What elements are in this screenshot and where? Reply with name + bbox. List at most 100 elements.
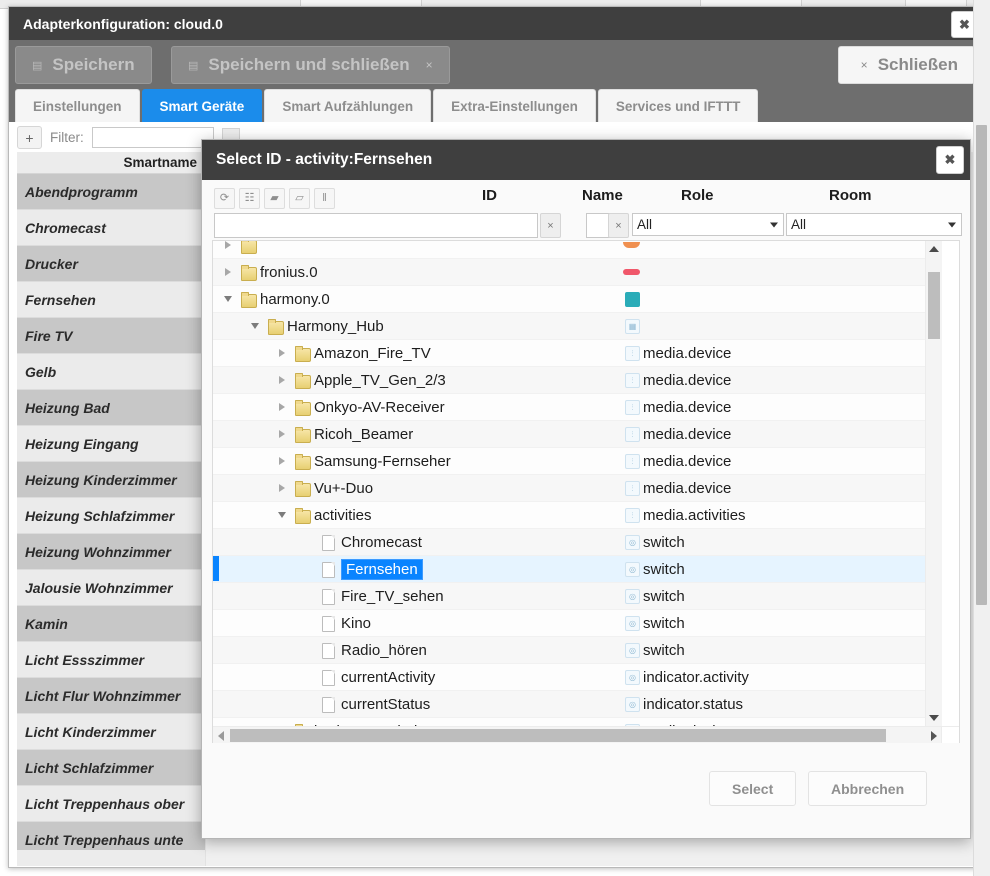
folder-icon: [295, 454, 311, 470]
tree-row[interactable]: Vu+-Duo ⫶ media.device: [213, 475, 926, 502]
list-icon[interactable]: ☷: [239, 188, 260, 209]
scroll-right-icon[interactable]: [926, 727, 942, 744]
smartname-label: Licht Schlafzimmer: [25, 759, 154, 776]
tree-row[interactable]: Chromecast ◎ switch: [213, 529, 926, 556]
tree-row[interactable]: Ricoh_Beamer ⫶ media.device: [213, 421, 926, 448]
column-header-room[interactable]: Room: [829, 187, 872, 204]
tab-einstellungen[interactable]: Einstellungen: [15, 89, 140, 122]
smartname-row[interactable]: Gelb: [17, 354, 205, 390]
id-filter-clear-icon[interactable]: ×: [540, 213, 561, 238]
tree-row[interactable]: Amazon_Fire_TV ⫶ media.device: [213, 340, 926, 367]
smartname-row[interactable]: Licht Essszimmer: [17, 642, 205, 678]
smartname-row[interactable]: Heizung Wohnzimmer: [17, 534, 205, 570]
save-button[interactable]: ▤ Speichern: [15, 46, 152, 84]
dialog-titlebar: Select ID - activity:Fernsehen ✖: [202, 140, 970, 180]
room-filter-select[interactable]: All: [786, 213, 962, 236]
expand-folders-icon[interactable]: ▱: [289, 188, 310, 209]
object-tree[interactable]: fronius.0 harmony.0 Harmony_Hub ▦ Amazon_Fir…: [213, 241, 926, 726]
tab-extra-einstellungen[interactable]: Extra-Einstellungen: [433, 89, 596, 122]
horizontal-scroll-thumb[interactable]: [230, 729, 886, 742]
instance-status-icon: [623, 242, 640, 248]
tree-row[interactable]: Kino ◎ switch: [213, 610, 926, 637]
page-vertical-scrollbar[interactable]: [973, 0, 990, 876]
tree-row[interactable]: iRobot-Haushaltsgerät⫶media.device: [213, 718, 926, 726]
smartname-row[interactable]: Licht Kinderzimmer: [17, 714, 205, 750]
dialog-close-icon[interactable]: ✖: [936, 146, 964, 174]
tree-row[interactable]: Fire_TV_sehen ◎ switch: [213, 583, 926, 610]
tree-node-role: media.device: [643, 344, 732, 362]
tree-row[interactable]: [213, 241, 926, 259]
id-filter-input[interactable]: [214, 213, 538, 238]
smartname-row[interactable]: Heizung Schlafzimmer: [17, 498, 205, 534]
expand-arrow-icon[interactable]: [275, 394, 289, 420]
tree-node-label: activities: [314, 506, 372, 524]
smartname-row[interactable]: Jalousie Wohnzimmer: [17, 570, 205, 606]
tree-row[interactable]: currentStatus ◎ indicator.status: [213, 691, 926, 718]
role-filter-select[interactable]: All: [632, 213, 784, 236]
page-scroll-thumb[interactable]: [976, 125, 987, 605]
column-header-name[interactable]: Name: [582, 187, 623, 204]
tab-smart-geraete[interactable]: Smart Geräte: [141, 89, 263, 122]
filter-input[interactable]: [91, 127, 214, 148]
vertical-scroll-thumb[interactable]: [928, 272, 940, 339]
expand-arrow-icon[interactable]: [275, 448, 289, 474]
smartname-row[interactable]: Heizung Kinderzimmer: [17, 462, 205, 498]
tree-horizontal-scrollbar[interactable]: [213, 726, 942, 744]
column-header-role[interactable]: Role: [681, 187, 714, 204]
object-tree-viewport[interactable]: fronius.0 harmony.0 Harmony_Hub ▦ Amazon_Fir…: [213, 241, 926, 726]
collapse-arrow-icon[interactable]: [248, 313, 262, 339]
close-x-icon: ×: [860, 58, 868, 72]
scroll-up-icon[interactable]: [926, 241, 942, 257]
save-and-close-button[interactable]: ▤ Speichern und schließen ×: [171, 46, 450, 84]
expand-arrow-icon[interactable]: [275, 340, 289, 366]
smartname-row[interactable]: Licht Treppenhaus unte: [17, 822, 205, 850]
tree-row[interactable]: Radio_hören ◎ switch: [213, 637, 926, 664]
smartname-row[interactable]: Kamin: [17, 606, 205, 642]
expand-arrow-icon[interactable]: [275, 421, 289, 447]
smartname-row[interactable]: Heizung Eingang: [17, 426, 205, 462]
smartname-row[interactable]: Drucker: [17, 246, 205, 282]
tree-row[interactable]: Apple_TV_Gen_2/3 ⫶ media.device: [213, 367, 926, 394]
tab-services-und-ifttt[interactable]: Services und IFTTT: [597, 89, 759, 122]
tree-row[interactable]: currentActivity ◎ indicator.activity: [213, 664, 926, 691]
add-row-button[interactable]: +: [17, 126, 42, 149]
tree-vertical-scrollbar[interactable]: [925, 241, 942, 726]
cancel-button[interactable]: Abbrechen: [808, 771, 928, 806]
scroll-left-icon[interactable]: [213, 727, 229, 744]
select-button[interactable]: Select: [709, 771, 797, 806]
expand-arrow-icon[interactable]: [221, 259, 235, 285]
tree-row[interactable]: harmony.0: [213, 286, 926, 313]
smartname-row[interactable]: Licht Schlafzimmer: [17, 750, 205, 786]
smartname-list[interactable]: Abendprogramm Chromecast Drucker Fernsehen F…: [17, 174, 205, 850]
tree-row[interactable]: activities ⫶ media.activities: [213, 502, 926, 529]
collapse-arrow-icon[interactable]: [275, 502, 289, 528]
smartname-row[interactable]: Chromecast: [17, 210, 205, 246]
smartname-row[interactable]: Abendprogramm: [17, 174, 205, 210]
expand-arrow-icon[interactable]: [275, 475, 289, 501]
smartname-row[interactable]: Fire TV: [17, 318, 205, 354]
scroll-down-icon[interactable]: [926, 710, 942, 726]
columns-icon[interactable]: ‖: [314, 188, 335, 209]
name-filter-input[interactable]: [586, 213, 610, 238]
tree-row[interactable]: Fernsehen ◎ switch: [213, 556, 926, 583]
smartname-row[interactable]: Licht Flur Wohnzimmer: [17, 678, 205, 714]
tree-row[interactable]: Harmony_Hub ▦: [213, 313, 926, 340]
expand-arrow-icon[interactable]: [221, 241, 235, 258]
tree-row[interactable]: Samsung-Fernseher ⫶ media.device: [213, 448, 926, 475]
collapse-folders-icon[interactable]: ▰: [264, 188, 285, 209]
smartname-row[interactable]: Heizung Bad: [17, 390, 205, 426]
expand-arrow-icon[interactable]: [275, 718, 289, 726]
tree-row[interactable]: Onkyo-AV-Receiver ⫶ media.device: [213, 394, 926, 421]
folder-icon: [241, 241, 257, 254]
tab-smart-aufzaehlungen[interactable]: Smart Aufzählungen: [264, 89, 432, 122]
refresh-icon[interactable]: ⟳: [214, 188, 235, 209]
column-header-id[interactable]: ID: [482, 187, 497, 204]
collapse-arrow-icon[interactable]: [221, 286, 235, 312]
name-filter-clear-icon[interactable]: ×: [608, 213, 629, 238]
smartname-row[interactable]: Fernsehen: [17, 282, 205, 318]
expand-arrow-icon[interactable]: [275, 367, 289, 393]
tree-row[interactable]: fronius.0: [213, 259, 926, 286]
close-button[interactable]: × Schließen: [837, 46, 975, 84]
smartname-row[interactable]: Licht Treppenhaus ober: [17, 786, 205, 822]
tree-node-role: media.device: [643, 452, 732, 470]
